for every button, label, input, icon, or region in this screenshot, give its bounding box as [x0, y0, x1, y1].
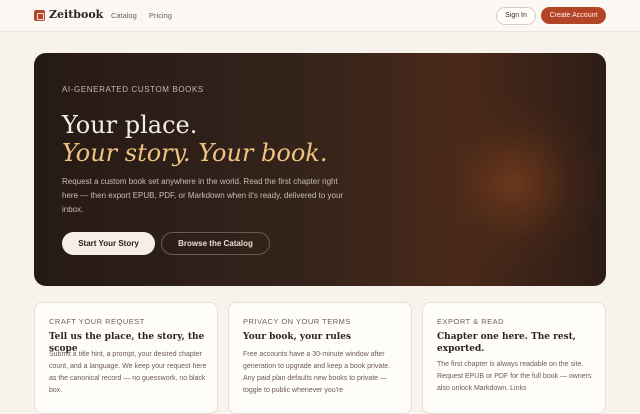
- card-body: The first chapter is always readable on …: [437, 361, 592, 392]
- hero-description: Request a custom book set anywhere in th…: [62, 177, 344, 214]
- hero-subheading: Your story. Your book.: [62, 139, 328, 167]
- card-title: Your book, your rules: [243, 332, 352, 342]
- feature-card-export: EXPORT & READ Chapter one here. The rest…: [422, 302, 606, 414]
- browse-catalog-button[interactable]: Browse the Catalog: [161, 232, 270, 255]
- card-body: Free accounts have a 30-minute window af…: [243, 351, 391, 394]
- hero-glow: [424, 93, 604, 273]
- feature-card-privacy: PRIVACY ON YOUR TERMS Your book, your ru…: [228, 302, 412, 414]
- brand-name[interactable]: Zeitbook: [49, 8, 103, 21]
- feature-card-request: CRAFT YOUR REQUEST Tell us the place, th…: [34, 302, 218, 414]
- card-eyebrow: CRAFT YOUR REQUEST: [49, 317, 145, 326]
- nav-link-catalog[interactable]: Catalog: [111, 11, 137, 20]
- hero-eyebrow: AI-GENERATED CUSTOM BOOKS: [62, 85, 204, 94]
- nav-link-pricing[interactable]: Pricing: [149, 11, 172, 20]
- card-body: Submit a title hint, a prompt, your desi…: [49, 351, 207, 394]
- create-account-button[interactable]: Create Account: [541, 7, 606, 24]
- book-logo-icon[interactable]: [34, 10, 45, 21]
- card-eyebrow: EXPORT & READ: [437, 317, 505, 326]
- hero-banner: AI-GENERATED CUSTOM BOOKS Your place. Yo…: [34, 53, 606, 286]
- sign-in-button[interactable]: Sign In: [496, 7, 536, 25]
- top-navbar: Zeitbook Catalog Pricing Sign In Create …: [0, 0, 640, 32]
- card-eyebrow: PRIVACY ON YOUR TERMS: [243, 317, 351, 326]
- start-your-story-button[interactable]: Start Your Story: [62, 232, 155, 255]
- card-title: Chapter one here. The rest, exported.: [437, 332, 576, 354]
- hero-heading: Your place.: [62, 111, 198, 139]
